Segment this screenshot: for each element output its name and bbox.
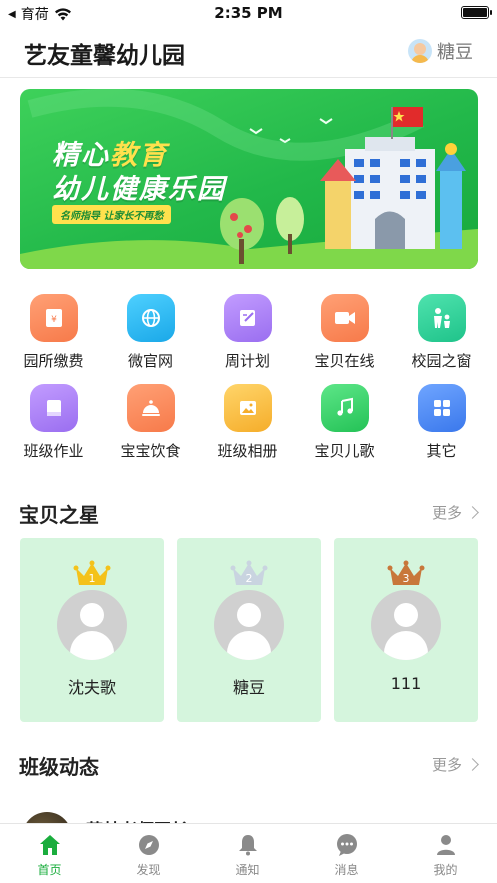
battery-icon <box>461 6 492 19</box>
menu-item-other[interactable]: 其它 <box>393 384 490 461</box>
menu-item-class-album[interactable]: 班级相册 <box>199 384 296 461</box>
rank-label: 2 <box>246 572 253 585</box>
music-note-icon <box>320 384 369 432</box>
star-name: 糖豆 <box>232 678 265 697</box>
menu-item-label: 宝宝饮食 <box>120 442 181 460</box>
menu-item-label: 微官网 <box>127 352 173 370</box>
chevron-right-icon <box>466 506 479 519</box>
compass-icon <box>136 832 162 858</box>
star-name: 111 <box>390 674 422 693</box>
app-header: 艺友童馨幼儿园 糖豆 <box>0 26 497 78</box>
class-feed-title: 班级动态 <box>19 755 99 779</box>
menu-item-label: 校园之窗 <box>411 352 472 370</box>
stars-more-link[interactable]: 更多 <box>431 502 479 523</box>
status-bar: ◀ 育荷 2:35 PM <box>0 0 497 26</box>
tab-label: 消息 <box>334 863 359 877</box>
home-icon <box>37 832 63 858</box>
crown-silver-icon: 2 <box>230 560 268 585</box>
class-feed-more-link[interactable]: 更多 <box>431 754 479 775</box>
chevron-right-icon <box>466 758 479 771</box>
photo-icon <box>223 384 272 432</box>
school-name: 艺友童馨幼儿园 <box>24 43 185 69</box>
more-label: 更多 <box>431 756 462 774</box>
crown-bronze-icon: 3 <box>387 560 425 585</box>
menu-item-baby-online[interactable]: 宝贝在线 <box>296 294 393 371</box>
parent-child-icon <box>417 294 466 342</box>
menu-item-label: 班级作业 <box>23 442 84 460</box>
food-cloche-icon <box>126 384 175 432</box>
promo-banner[interactable]: 精心教育 幼儿健康乐园 名师指导 让家长不再愁 <box>20 89 478 269</box>
status-time: 2:35 PM <box>214 4 283 22</box>
banner-tagline: 名师指导 让家长不再愁 <box>52 205 172 224</box>
tab-discover[interactable]: 发现 <box>99 832 198 878</box>
edit-note-icon <box>223 294 272 342</box>
user-name: 糖豆 <box>437 42 473 63</box>
menu-item-label: 园所缴费 <box>23 352 84 370</box>
star-card[interactable]: 2 糖豆 <box>177 538 321 722</box>
payment-icon: ¥ <box>29 294 78 342</box>
bottom-tab-bar: 首页 发现 通知 消息 我的 <box>0 823 497 883</box>
stars-section-title: 宝贝之星 <box>19 503 99 527</box>
menu-item-micro-site[interactable]: 微官网 <box>102 294 199 371</box>
tab-mine[interactable]: 我的 <box>396 832 495 878</box>
star-name: 沈夫歌 <box>67 678 116 697</box>
menu-item-baby-diet[interactable]: 宝宝饮食 <box>102 384 199 461</box>
menu-item-weekly-plan[interactable]: 周计划 <box>199 294 296 371</box>
menu-item-label: 班级相册 <box>217 442 278 460</box>
user-avatar <box>408 39 432 63</box>
tab-label: 通知 <box>235 863 260 877</box>
book-icon <box>29 384 78 432</box>
tab-label: 我的 <box>433 863 458 877</box>
menu-item-label: 周计划 <box>224 352 270 370</box>
menu-item-campus-window[interactable]: 校园之窗 <box>393 294 490 371</box>
menu-item-class-homework[interactable]: 班级作业 <box>5 384 102 461</box>
avatar <box>371 590 441 660</box>
more-label: 更多 <box>431 504 462 522</box>
rank-label: 3 <box>403 572 410 585</box>
menu-item-fee-payment[interactable]: ¥ 园所缴费 <box>5 294 102 371</box>
menu-item-label: 其它 <box>426 442 457 460</box>
avatar <box>57 590 127 660</box>
tab-label: 首页 <box>37 863 62 877</box>
crown-gold-icon: 1 <box>73 560 111 585</box>
video-camera-icon <box>320 294 369 342</box>
star-card[interactable]: 3 111 <box>334 538 478 722</box>
grid-icon <box>417 384 466 432</box>
bell-icon <box>235 832 261 858</box>
menu-item-kids-songs[interactable]: 宝贝儿歌 <box>296 384 393 461</box>
tab-home[interactable]: 首页 <box>0 832 99 878</box>
menu-item-label: 宝贝儿歌 <box>314 442 375 460</box>
user-switcher[interactable]: 糖豆 <box>408 38 473 64</box>
star-card[interactable]: 1 沈夫歌 <box>20 538 164 722</box>
svg-text:¥: ¥ <box>51 315 57 325</box>
globe-icon <box>126 294 175 342</box>
banner-title-line2: 幼儿健康乐园 <box>52 174 226 205</box>
profile-icon <box>433 832 459 858</box>
avatar <box>214 590 284 660</box>
menu-item-label: 宝贝在线 <box>314 352 375 370</box>
tab-notice[interactable]: 通知 <box>198 832 297 878</box>
rank-label: 1 <box>89 572 96 585</box>
message-icon <box>334 832 360 858</box>
tab-messages[interactable]: 消息 <box>297 832 396 878</box>
tab-label: 发现 <box>136 863 161 877</box>
